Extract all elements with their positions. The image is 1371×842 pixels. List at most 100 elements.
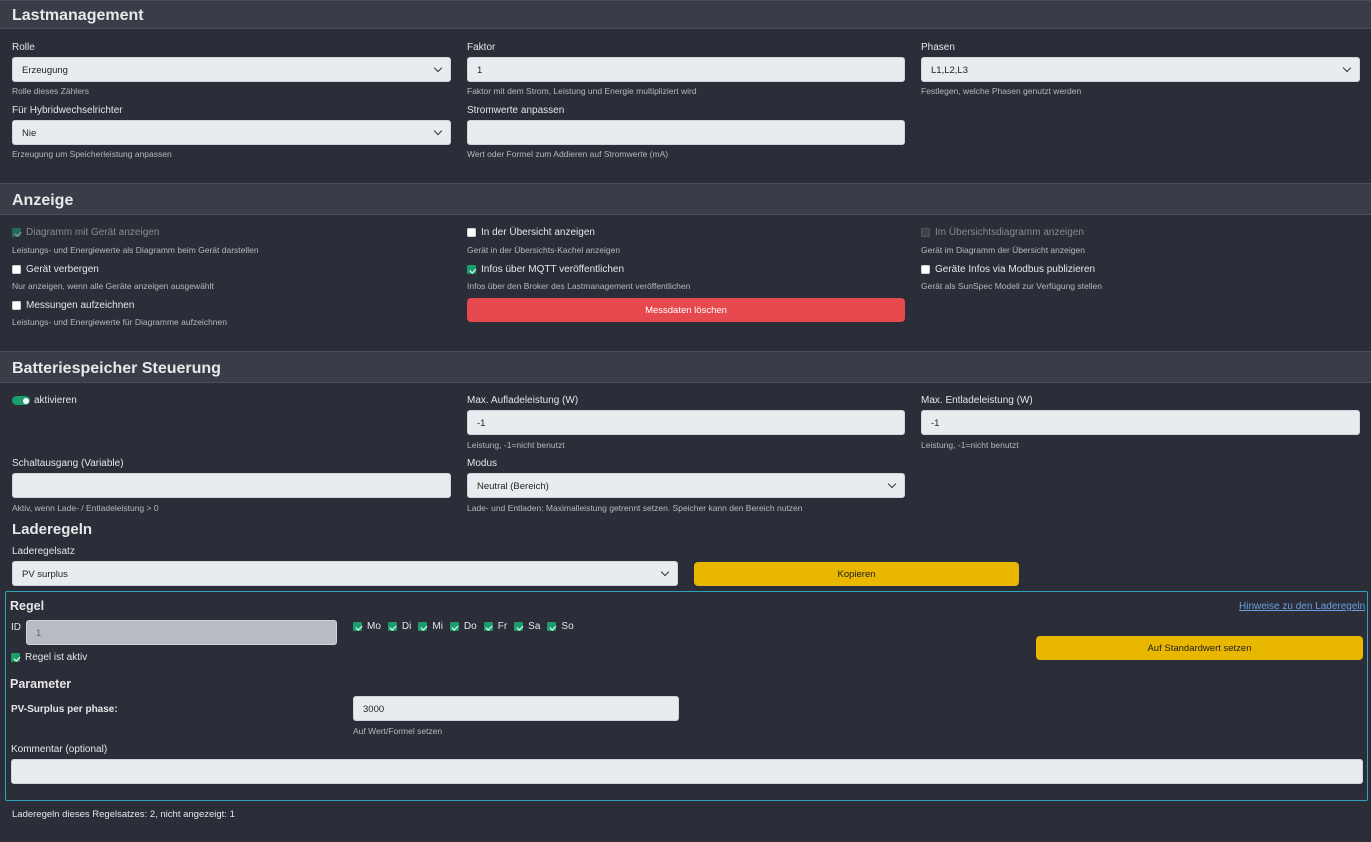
laderegelsatz-select[interactable]: PV surplus — [12, 561, 678, 586]
uebersicht-hint: Gerät in der Übersichts-Kachel anzeigen — [467, 245, 621, 255]
messdaten-loeschen-button[interactable]: Messdaten löschen — [467, 298, 905, 322]
checkbox-label: Regel ist aktiv — [25, 652, 88, 663]
verbergen-hint: Nur anzeigen, wenn alle Geräte anzeigen … — [12, 281, 214, 291]
pv-surplus-hint: Auf Wert/Formel setzen — [353, 726, 443, 736]
faktor-label: Faktor — [467, 42, 496, 53]
checkbox-icon — [11, 653, 20, 662]
checkbox-icon — [12, 265, 21, 274]
checkbox-icon — [467, 265, 476, 274]
phasen-select[interactable]: L1,L2,L3 — [921, 57, 1360, 82]
standardwert-button[interactable]: Auf Standardwert setzen — [1036, 636, 1363, 660]
schaltausgang-hint: Aktiv, wenn Lade- / Entladeleistung > 0 — [12, 503, 159, 513]
weekday-checkboxes: Mo Di Mi Do Fr Sa So — [353, 621, 574, 632]
kopieren-button[interactable]: Kopieren — [694, 562, 1019, 586]
checkbox-label: Im Übersichtsdiagramm anzeigen — [935, 227, 1084, 238]
checkbox-label: Gerät verbergen — [26, 264, 99, 275]
modus-label: Modus — [467, 458, 498, 469]
regel-panel: Regel Hinweise zu den Laderegeln ID 1 Mo… — [5, 591, 1368, 801]
checkbox-label: Sa — [528, 621, 541, 632]
uebersichtsdiagramm-hint: Gerät im Diagramm der Übersicht anzeigen — [921, 245, 1085, 255]
regel-title: Regel — [10, 599, 45, 613]
max-auflade-label: Max. Aufladeleistung (W) — [467, 395, 579, 406]
mqtt-hint: Infos über den Broker des Lastmanagement… — [467, 281, 691, 291]
rolle-hint: Rolle dieses Zählers — [12, 86, 90, 96]
hinweise-link[interactable]: Hinweise zu den Laderegeln — [1239, 601, 1365, 612]
messungen-checkbox[interactable]: Messungen aufzeichnen — [12, 300, 134, 311]
section-title: Anzeige — [12, 192, 74, 209]
modbus-hint: Gerät als SunSpec Modell zur Verfügung s… — [921, 281, 1102, 291]
stromwerte-hint: Wert oder Formel zum Addieren auf Stromw… — [467, 149, 669, 159]
hybrid-hint: Erzeugung um Speicherleistung anpassen — [12, 149, 172, 159]
schaltausgang-input[interactable] — [12, 473, 451, 498]
day-checkbox-sa[interactable]: Sa — [514, 621, 540, 632]
verbergen-checkbox[interactable]: Gerät verbergen — [12, 264, 99, 275]
day-checkbox-fr[interactable]: Fr — [483, 621, 508, 632]
max-entlade-label: Max. Entladeleistung (W) — [921, 395, 1033, 406]
day-checkbox-do[interactable]: Do — [449, 621, 477, 632]
faktor-input[interactable]: 1 — [467, 57, 905, 82]
id-label: ID — [11, 622, 21, 633]
checkbox-icon — [921, 265, 930, 274]
uebersichtsdiagramm-checkbox[interactable]: Im Übersichtsdiagramm anzeigen — [921, 227, 1084, 238]
checkbox-label: In der Übersicht anzeigen — [481, 227, 595, 238]
pv-surplus-input[interactable]: 3000 — [353, 696, 679, 721]
max-auflade-input[interactable]: -1 — [467, 410, 905, 435]
checkbox-label: So — [561, 621, 574, 632]
section-header-lastmanagement: Lastmanagement — [0, 0, 1371, 29]
phasen-hint: Festlegen, welche Phasen genutzt werden — [921, 86, 1082, 96]
hybrid-select[interactable]: Nie — [12, 120, 451, 145]
laderegeln-footer: Laderegeln dieses Regelsatzes: 2, nicht … — [12, 809, 235, 820]
rolle-select[interactable]: Erzeugung — [12, 57, 451, 82]
day-checkbox-di[interactable]: Di — [387, 621, 411, 632]
checkbox-icon — [12, 228, 21, 237]
checkbox-icon — [921, 228, 930, 237]
checkbox-icon — [547, 622, 557, 631]
section-header-batterie: Batteriespeicher Steuerung — [0, 351, 1371, 383]
stromwerte-label: Stromwerte anpassen — [467, 105, 565, 116]
diagramm-hint: Leistungs- und Energiewerte als Diagramm… — [12, 245, 259, 255]
laderegeln-title: Laderegeln — [12, 521, 93, 538]
aktivieren-toggle[interactable]: aktivieren — [12, 395, 77, 406]
regel-aktiv-checkbox[interactable]: Regel ist aktiv — [11, 652, 87, 663]
max-auflade-hint: Leistung, -1=nicht benutzt — [467, 440, 565, 450]
messungen-hint: Leistungs- und Energiewerte für Diagramm… — [12, 317, 227, 327]
pv-surplus-label: PV-Surplus per phase: — [11, 704, 118, 715]
max-entlade-hint: Leistung, -1=nicht benutzt — [921, 440, 1019, 450]
checkbox-label: Fr — [497, 621, 508, 632]
day-checkbox-mo[interactable]: Mo — [353, 621, 381, 632]
id-input[interactable]: 1 — [26, 620, 337, 645]
schaltausgang-label: Schaltausgang (Variable) — [12, 458, 124, 469]
section-header-anzeige: Anzeige — [0, 183, 1371, 215]
checkbox-icon — [12, 301, 21, 310]
kommentar-input[interactable] — [11, 759, 1363, 784]
diagramm-checkbox[interactable]: Diagramm mit Gerät anzeigen — [12, 227, 159, 238]
modbus-checkbox[interactable]: Geräte Infos via Modbus publizieren — [921, 264, 1095, 275]
laderegelsatz-label: Laderegelsatz — [12, 546, 75, 557]
modus-hint: Lade- und Entladen: Maximalleistung getr… — [467, 503, 803, 513]
phasen-label: Phasen — [921, 42, 955, 53]
uebersicht-checkbox[interactable]: In der Übersicht anzeigen — [467, 227, 595, 238]
modus-select[interactable]: Neutral (Bereich) — [467, 473, 905, 498]
checkbox-icon — [514, 622, 524, 631]
checkbox-icon — [483, 622, 493, 631]
checkbox-label: Infos über MQTT veröffentlichen — [481, 264, 625, 275]
day-checkbox-so[interactable]: So — [547, 621, 574, 632]
checkbox-label: Messungen aufzeichnen — [26, 300, 135, 311]
checkbox-icon — [449, 622, 459, 631]
toggle-label: aktivieren — [34, 395, 77, 406]
checkbox-label: Mo — [367, 621, 381, 632]
checkbox-icon — [467, 228, 476, 237]
toggle-switch-icon — [12, 396, 30, 405]
checkbox-icon — [418, 622, 428, 631]
checkbox-icon — [353, 622, 362, 631]
max-entlade-input[interactable]: -1 — [921, 410, 1360, 435]
checkbox-label: Diagramm mit Gerät anzeigen — [26, 227, 160, 238]
checkbox-label: Mi — [432, 621, 443, 632]
section-title: Lastmanagement — [12, 7, 144, 24]
day-checkbox-mi[interactable]: Mi — [418, 621, 443, 632]
checkbox-label: Geräte Infos via Modbus publizieren — [935, 264, 1096, 275]
kommentar-label: Kommentar (optional) — [11, 744, 108, 755]
stromwerte-input[interactable] — [467, 120, 905, 145]
section-title: Batteriespeicher Steuerung — [12, 360, 221, 377]
mqtt-checkbox[interactable]: Infos über MQTT veröffentlichen — [467, 264, 624, 275]
